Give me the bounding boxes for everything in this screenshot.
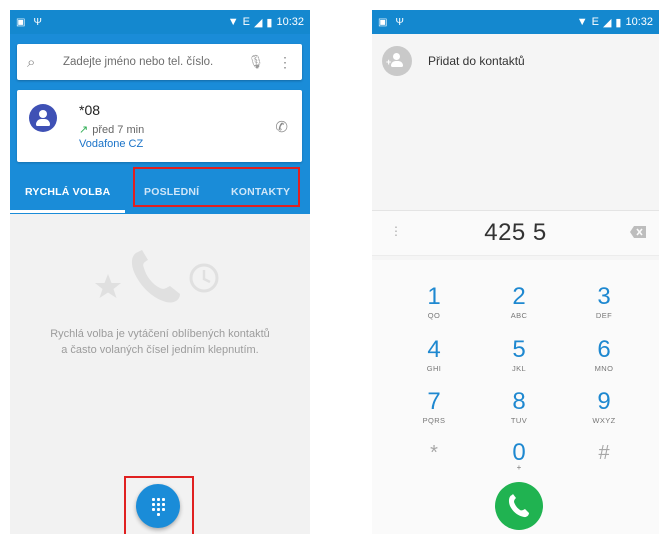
add-person-icon: + [382,46,412,76]
key-digit: 6 [597,336,611,363]
empty-message-line2: a často volaných čísel jedním klepnutím. [61,344,259,356]
key-digit: 7 [427,388,441,415]
key-digit: * [430,442,438,464]
key-letters: DEF [595,311,613,320]
phone-dialer-favorites: ▣ Ψ ▼ E ◢ ▮ 10:32 ⌕ 🎙 ⋮ *08 ↗před 7 min [10,10,310,534]
key-digit: 4 [427,336,441,363]
key-hash[interactable]: # [574,440,634,466]
key-letters: ABC [510,311,528,320]
wifi-icon: ▼ [576,16,588,28]
wifi-icon: ▼ [227,16,239,28]
key-digit: 2 [512,283,526,310]
battery-icon: ▮ [266,16,273,29]
overflow-menu-icon[interactable]: ⋮ [278,54,292,71]
speed-dial-empty-message: Rychlá volba je vytáčení oblíbených kont… [10,326,310,358]
speed-dial-empty-illustration [95,250,219,303]
key-3[interactable]: 3 DEF [574,283,634,321]
highlight-box-fab [124,476,194,534]
signal-icon: ◢ [602,16,612,29]
screenshot-notification-icon: ▣ [378,16,388,28]
key-letters: GHI [426,364,442,373]
backspace-icon[interactable] [629,225,647,239]
recent-call-carrier: Vodafone CZ [79,138,144,150]
phone-call-icon[interactable]: ✆ [275,118,288,136]
star-icon [95,274,121,298]
key-digit: 8 [512,388,526,415]
key-digit: # [598,442,610,464]
key-star[interactable]: * [404,440,464,466]
signal-icon: ◢ [253,16,263,29]
avatar [29,104,57,132]
outgoing-call-arrow-icon: ↗ [79,124,89,136]
key-letters: QO [427,311,441,320]
battery-icon: ▮ [615,16,622,29]
recent-call-time-text: před 7 min [92,124,145,136]
search-input[interactable] [63,56,242,68]
search-bar[interactable]: ⌕ 🎙 ⋮ [17,44,302,80]
add-to-contacts-row[interactable]: + Přidat do kontaktů [382,46,525,76]
status-time: 10:32 [625,16,653,28]
usb-icon: Ψ [33,16,42,28]
status-bar: ▣ Ψ ▼ E ◢ ▮ 10:32 [372,10,659,34]
screenshot-stage: ▣ Ψ ▼ E ◢ ▮ 10:32 ⌕ 🎙 ⋮ *08 ↗před 7 min [0,0,659,534]
network-type: E [591,16,599,28]
recent-call-card[interactable]: *08 ↗ před 7 min Vodafone CZ ✆ [17,90,302,162]
key-digit: 1 [427,283,441,310]
key-1[interactable]: 1 QO [404,283,464,321]
key-4[interactable]: 4 GHI [404,336,464,374]
call-button[interactable] [495,482,543,530]
tab-speed-dial[interactable]: RYCHLÁ VOLBA [25,186,110,198]
network-type: E [242,16,250,28]
phone-handset-icon [508,494,529,518]
key-letters: WXYZ [592,416,616,425]
recent-call-number: *08 [79,102,101,118]
dialed-digits-field[interactable]: ⋮ 425 5 [372,210,659,256]
key-letters: TUV [510,416,528,425]
key-6[interactable]: 6 MNO [574,336,634,374]
search-icon: ⌕ [27,53,36,71]
status-bar: ▣ Ψ ▼ E ◢ ▮ 10:32 [10,10,310,34]
key-letters: PQRS [422,416,446,425]
recent-call-time: ↗ před 7 min [79,123,144,136]
key-7[interactable]: 7 PQRS [404,388,464,426]
add-to-contacts-label: Přidat do kontaktů [428,54,525,68]
phone-dialpad: ▣ Ψ ▼ E ◢ ▮ 10:32 + Přidat do kontaktů ⋮… [372,10,659,534]
highlight-box-tabs [133,167,300,207]
key-digit: 5 [512,336,526,363]
phone-handset-icon [131,250,180,303]
key-9[interactable]: 9 WXYZ [574,388,634,426]
active-tab-indicator [10,210,125,213]
status-time: 10:32 [276,16,304,28]
usb-icon: Ψ [395,16,404,28]
screenshot-notification-icon: ▣ [16,16,26,28]
dialed-number: 425 5 [484,219,547,246]
microphone-icon[interactable]: 🎙 [247,54,264,70]
key-digit: 3 [597,283,611,310]
key-0[interactable]: 0 + [489,440,549,473]
empty-message-line1: Rychlá volba je vytáčení oblíbených kont… [50,328,270,340]
key-5[interactable]: 5 JKL [489,336,549,374]
key-letters: + [516,463,522,472]
key-letters: JKL [511,364,527,373]
key-digit: 9 [597,388,611,415]
key-2[interactable]: 2 ABC [489,283,549,321]
key-8[interactable]: 8 TUV [489,388,549,426]
key-letters: MNO [594,364,614,373]
